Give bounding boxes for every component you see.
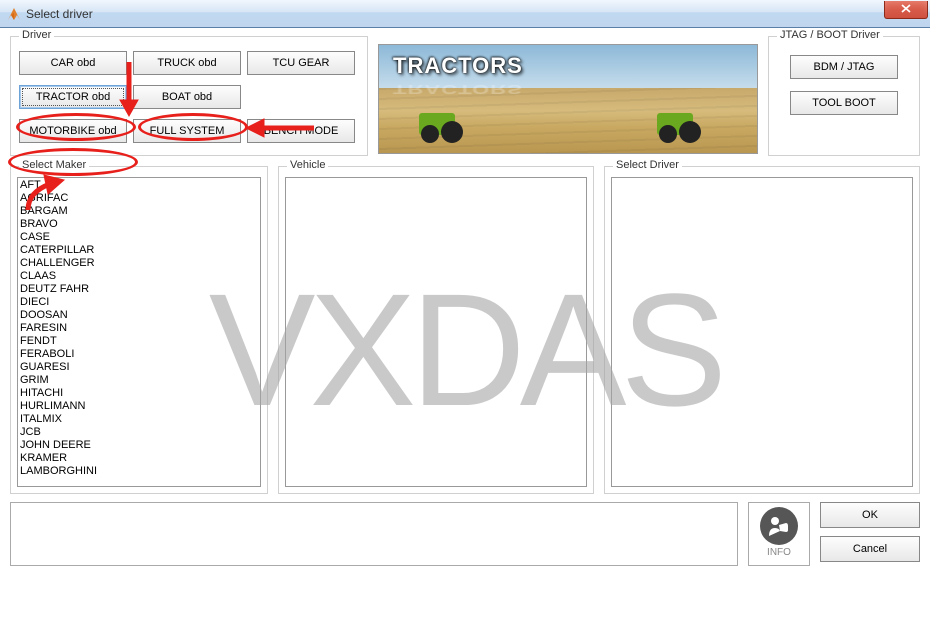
close-icon	[901, 4, 911, 16]
title-bar: Select driver	[0, 0, 930, 28]
driver-btn-tractor-obd[interactable]: TRACTOR obd	[19, 85, 127, 109]
driver-btn-motorbike-obd[interactable]: MOTORBIKE obd	[19, 119, 127, 143]
info-button[interactable]: INFO	[748, 502, 810, 566]
jtag-btn-tool-boot[interactable]: TOOL BOOT	[790, 91, 898, 115]
select-driver-legend: Select Driver	[613, 159, 682, 171]
maker-listbox[interactable]: AFTAGRIFACBARGAMBRAVOCASECATERPILLARCHAL…	[17, 177, 261, 487]
vehicle-listbox[interactable]	[285, 177, 587, 487]
tractor-illustration	[419, 103, 479, 143]
driver-btn-bench-mode[interactable]: BENCH MODE	[247, 119, 355, 143]
list-item[interactable]: BARGAM	[18, 205, 260, 218]
list-item[interactable]: CHALLENGER	[18, 257, 260, 270]
driver-btn-car-obd[interactable]: CAR obd	[19, 51, 127, 75]
list-item[interactable]: JOHN DEERE	[18, 439, 260, 452]
list-item[interactable]: CASE	[18, 231, 260, 244]
list-item[interactable]: KRAMER	[18, 452, 260, 465]
list-item[interactable]: AFT	[18, 179, 260, 192]
jtag-group-legend: JTAG / BOOT Driver	[777, 29, 883, 41]
select-maker-legend: Select Maker	[19, 159, 89, 171]
info-label: INFO	[767, 547, 791, 558]
driver-btn-boat-obd[interactable]: BOAT obd	[133, 85, 241, 109]
list-item[interactable]: ITALMIX	[18, 413, 260, 426]
driver-listbox[interactable]	[611, 177, 913, 487]
vehicle-legend: Vehicle	[287, 159, 328, 171]
list-item[interactable]: GUARESI	[18, 361, 260, 374]
driver-btn-full-system[interactable]: FULL SYSTEM	[133, 119, 241, 143]
list-item[interactable]: FARESIN	[18, 322, 260, 335]
jtag-boot-group: JTAG / BOOT Driver BDM / JTAG TOOL BOOT	[768, 36, 920, 156]
select-driver-group: Select Driver	[604, 166, 920, 494]
category-banner: TRACTORS TRACTORS	[378, 44, 758, 154]
list-item[interactable]: HURLIMANN	[18, 400, 260, 413]
list-item[interactable]: CATERPILLAR	[18, 244, 260, 257]
ok-button[interactable]: OK	[820, 502, 920, 528]
list-item[interactable]: DIECI	[18, 296, 260, 309]
select-maker-group: Select Maker AFTAGRIFACBARGAMBRAVOCASECA…	[10, 166, 268, 494]
list-item[interactable]: DEUTZ FAHR	[18, 283, 260, 296]
driver-btn-truck-obd[interactable]: TRUCK obd	[133, 51, 241, 75]
status-textbox[interactable]	[10, 502, 738, 566]
close-button[interactable]	[884, 1, 928, 19]
list-item[interactable]: CLAAS	[18, 270, 260, 283]
banner-title: TRACTORS TRACTORS	[393, 53, 523, 102]
list-item[interactable]: FERABOLI	[18, 348, 260, 361]
driver-btn-tcu-gear[interactable]: TCU GEAR	[247, 51, 355, 75]
app-icon	[6, 6, 22, 22]
list-item[interactable]: BRAVO	[18, 218, 260, 231]
info-icon	[760, 507, 798, 545]
jtag-btn-bdm-jtag[interactable]: BDM / JTAG	[790, 55, 898, 79]
driver-group: Driver CAR obd TRUCK obd TCU GEAR TRACTO…	[10, 36, 368, 156]
list-item[interactable]: HITACHI	[18, 387, 260, 400]
vehicle-group: Vehicle	[278, 166, 594, 494]
window-title: Select driver	[26, 7, 93, 21]
list-item[interactable]: GRIM	[18, 374, 260, 387]
cancel-button[interactable]: Cancel	[820, 536, 920, 562]
window-body: Driver CAR obd TRUCK obd TCU GEAR TRACTO…	[0, 28, 930, 574]
list-item[interactable]: FENDT	[18, 335, 260, 348]
list-item[interactable]: AGRIFAC	[18, 192, 260, 205]
list-item[interactable]: LAMBORGHINI	[18, 465, 260, 478]
list-item[interactable]: JCB	[18, 426, 260, 439]
tractor-illustration	[657, 103, 717, 143]
list-item[interactable]: DOOSAN	[18, 309, 260, 322]
driver-group-legend: Driver	[19, 29, 54, 41]
driver-btn-empty	[247, 85, 355, 113]
